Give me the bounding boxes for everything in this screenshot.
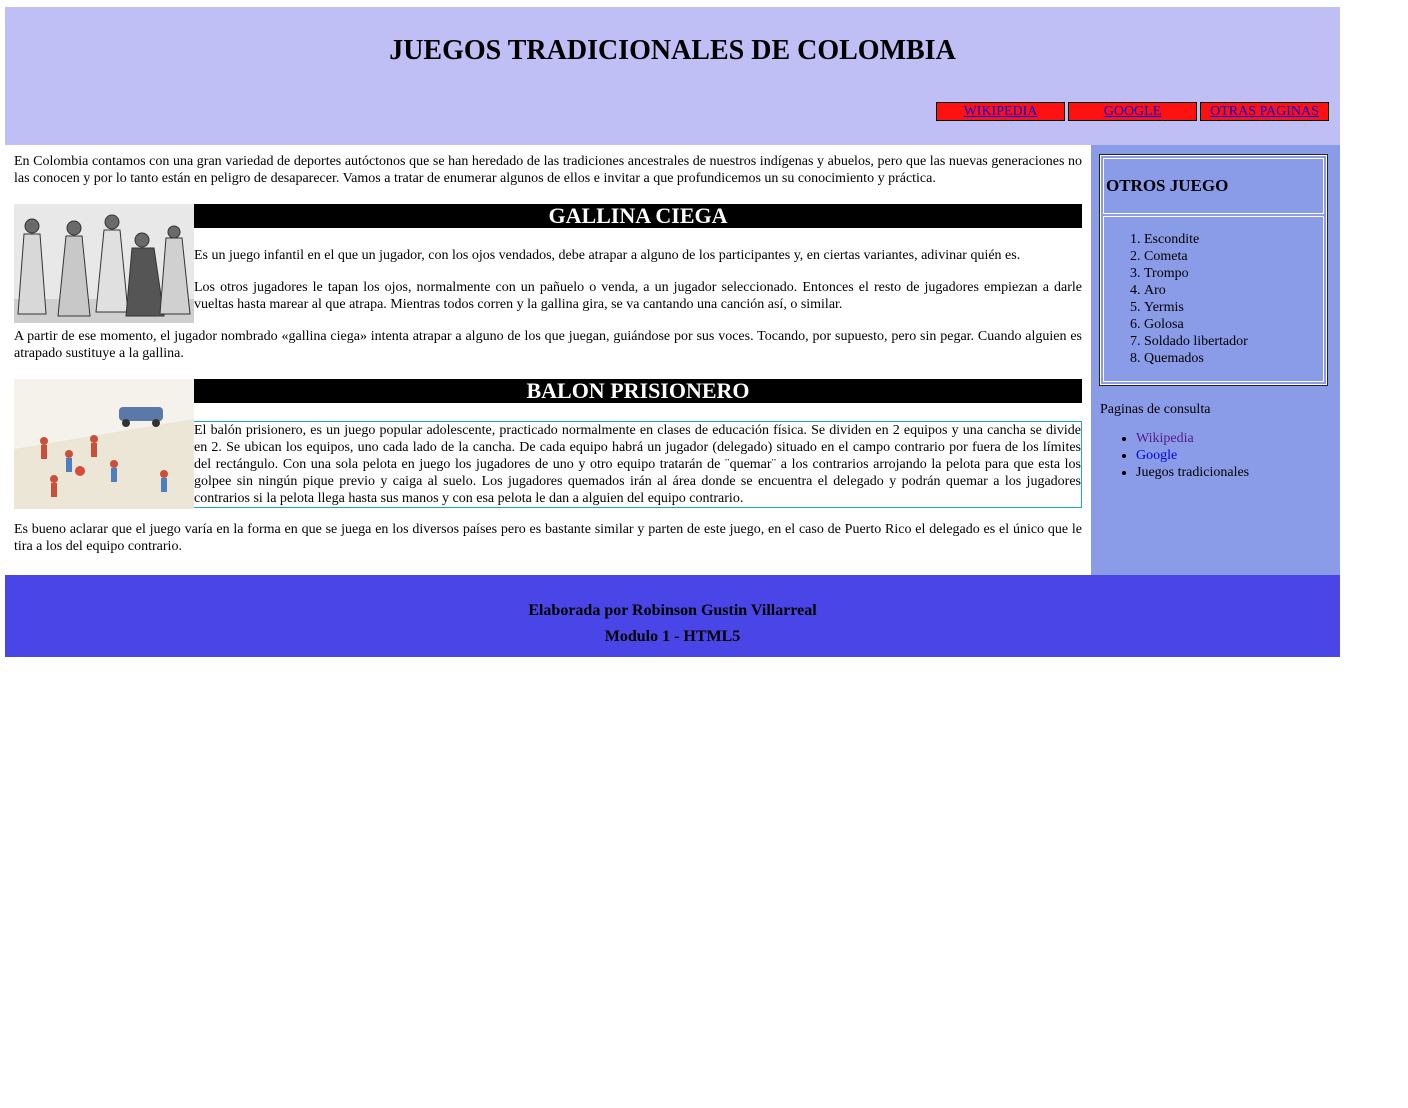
list-item: Wikipedia: [1136, 430, 1340, 447]
nav-google-link[interactable]: GOOGLE: [1068, 102, 1197, 121]
list-item: Escondite: [1144, 231, 1323, 248]
list-item: Google: [1136, 447, 1340, 464]
links-list: Wikipedia Google Juegos tradicionales: [1100, 430, 1340, 481]
list-item: Yermis: [1144, 299, 1323, 316]
balon-prisionero-p2: Es bueno aclarar que el juego varía en l…: [14, 522, 1082, 554]
list-item: Cometa: [1144, 248, 1323, 265]
content-row: En Colombia contamos con una gran varied…: [5, 145, 1340, 575]
list-item: Juegos tradicionales: [1136, 464, 1340, 481]
games-list: Escondite Cometa Trompo Aro Yermis Golos…: [1104, 217, 1323, 381]
list-item: Aro: [1144, 282, 1323, 299]
footer-author: Elaborada por Robinson Gustin Villarreal: [528, 602, 817, 619]
section-balon-prisionero: BALON PRISIONERO El balón prisionero, es…: [14, 379, 1082, 555]
balon-prisionero-p1: El balón prisionero, es un juego popular…: [194, 423, 1081, 506]
intro-text: En Colombia contamos con una gran varied…: [14, 154, 1082, 186]
gallina-ciega-heading: GALLINA CIEGA: [194, 204, 1082, 228]
google-link[interactable]: Google: [1136, 448, 1177, 463]
main-content: En Colombia contamos con una gran varied…: [5, 145, 1091, 575]
page-title: JUEGOS TRADICIONALES DE COLOMBIA: [389, 35, 956, 66]
page: JUEGOS TRADICIONALES DE COLOMBIA WIKIPED…: [5, 7, 1340, 657]
page-header: JUEGOS TRADICIONALES DE COLOMBIA WIKIPED…: [5, 7, 1340, 145]
sidebar: OTROS JUEGO Escondite Cometa Trompo Aro …: [1091, 145, 1340, 575]
list-item: Quemados: [1144, 350, 1323, 367]
links-title: Paginas de consulta: [1100, 402, 1211, 417]
footer-module: Modulo 1 - HTML5: [604, 628, 741, 645]
nav-wikipedia-link[interactable]: WIKIPEDIA: [936, 102, 1065, 121]
section-gallina-ciega: GALLINA CIEGA Es un juego infantil en el…: [14, 204, 1082, 362]
games-table-title: OTROS JUEGO: [1103, 158, 1324, 214]
list-item: Soldado libertador: [1144, 333, 1323, 350]
list-item: Trompo: [1144, 265, 1323, 282]
games-table-list-cell: Escondite Cometa Trompo Aro Yermis Golos…: [1103, 216, 1324, 382]
nav-otras-paginas-link[interactable]: OTRAS PAGINAS: [1200, 102, 1329, 121]
balon-prisionero-image: [14, 379, 194, 509]
games-table: OTROS JUEGO Escondite Cometa Trompo Aro …: [1099, 154, 1328, 386]
top-nav: WIKIPEDIA GOOGLE OTRAS PAGINAS: [936, 102, 1329, 121]
gallina-ciega-image: [14, 204, 194, 328]
gallina-ciega-p3: A partir de ese momento, el jugador nomb…: [14, 329, 1082, 361]
page-footer: Elaborada por Robinson Gustin Villarreal…: [5, 575, 1340, 657]
wikipedia-link[interactable]: Wikipedia: [1136, 431, 1194, 446]
balon-prisionero-heading: BALON PRISIONERO: [194, 379, 1082, 403]
list-item: Golosa: [1144, 316, 1323, 333]
